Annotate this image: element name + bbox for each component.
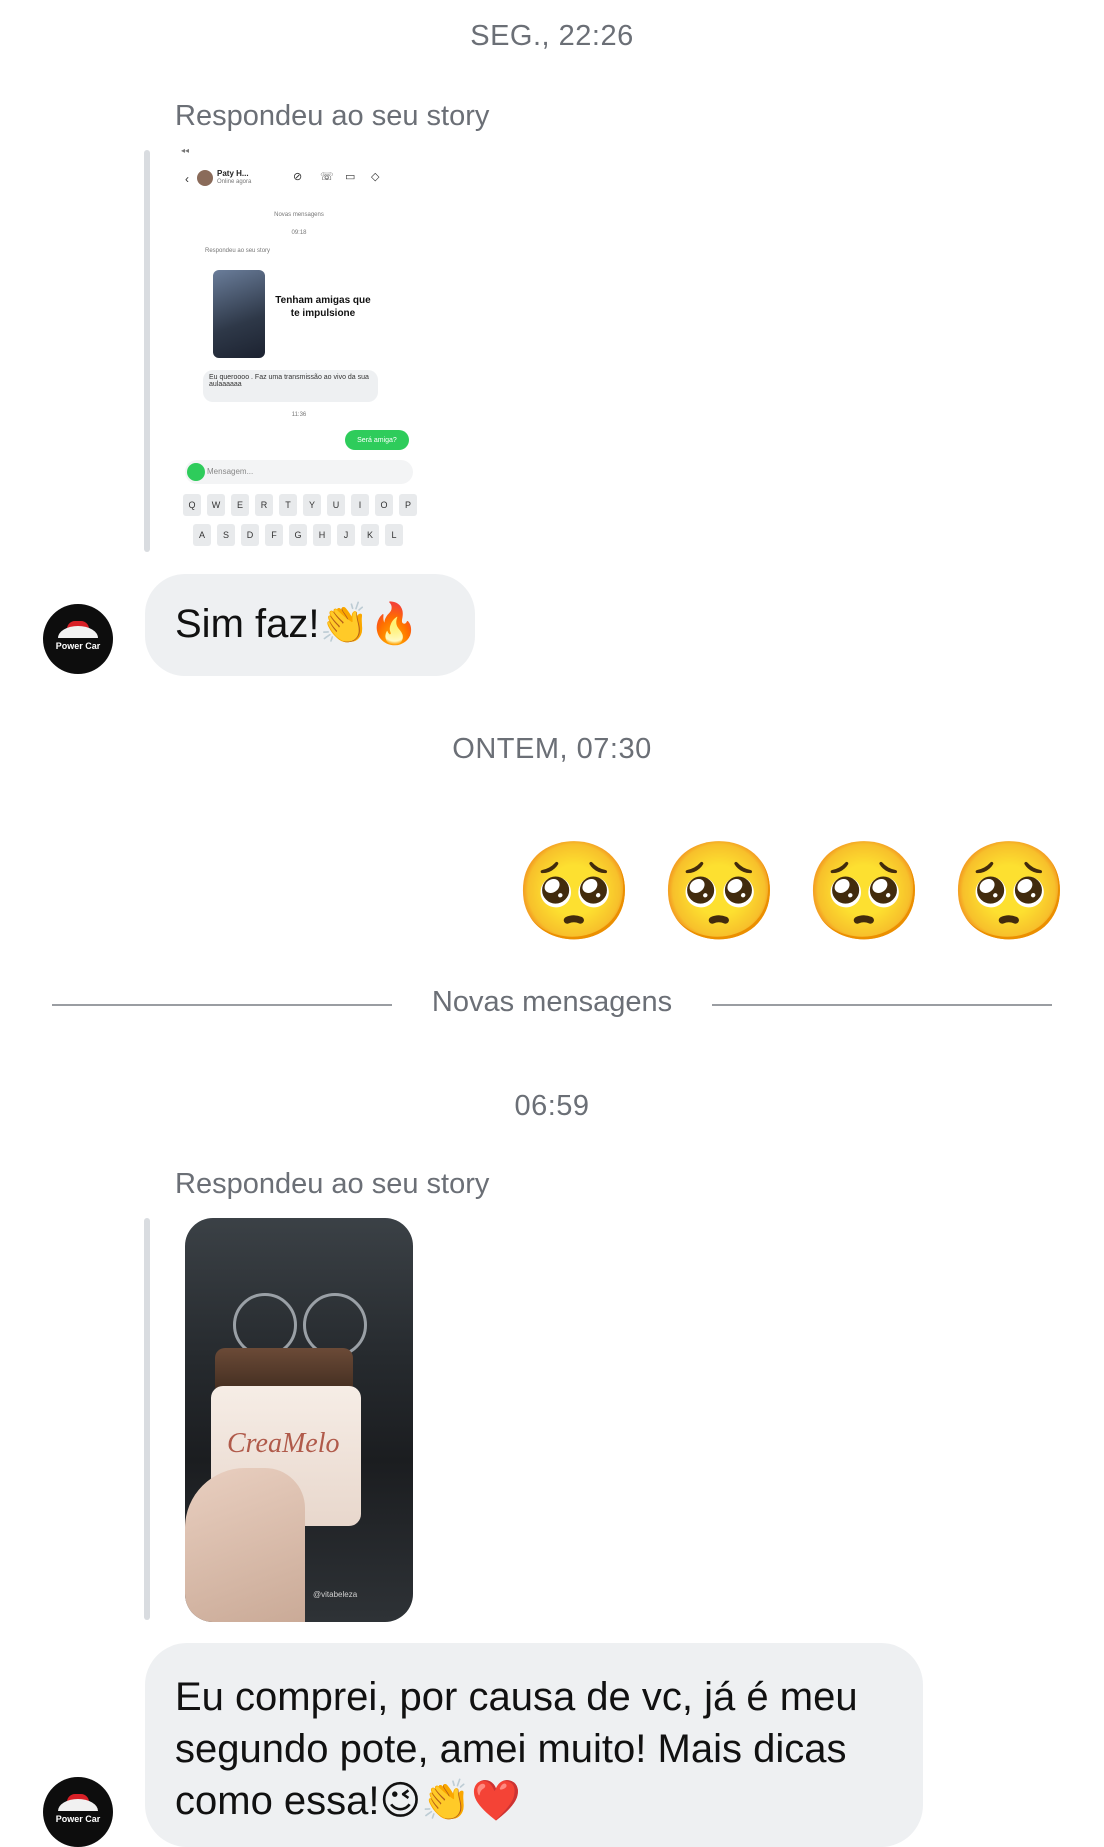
contact-avatar <box>197 170 213 186</box>
story-preview-product[interactable]: CreaMelo @vitabeleza <box>185 1218 413 1622</box>
avatar[interactable]: Power Car <box>43 1777 113 1847</box>
story-reply-label: Respondeu ao seu story <box>175 100 490 132</box>
timestamp: SEG., 22:26 <box>470 20 634 52</box>
story-reply-label: Respondeu ao seu story <box>175 1168 490 1200</box>
keyboard-key: L <box>385 524 403 546</box>
car-icon <box>58 626 98 638</box>
keyboard-key: S <box>217 524 235 546</box>
keyboard-key: H <box>313 524 331 546</box>
keyboard-key: O <box>375 494 393 516</box>
divider-line-right <box>712 1004 1052 1006</box>
avatar-text: Power Car <box>55 641 101 651</box>
sent-emoji-message[interactable]: 🥺 🥺 🥺 🥺 <box>512 826 1072 956</box>
pleading-face-emoji: 🥺 <box>949 835 1070 947</box>
keyboard-key: D <box>241 524 259 546</box>
keyboard-key: E <box>231 494 249 516</box>
video-icon: ▭ <box>345 171 356 183</box>
product-name: CreaMelo <box>227 1428 340 1459</box>
story-outgoing-message: Será amiga? <box>345 430 409 450</box>
story-time-b: 11:36 <box>291 412 307 418</box>
back-chevron-icon: ‹ <box>185 172 189 186</box>
camera-icon <box>187 463 205 481</box>
emoji-wink-clap-heart: 😉👏❤️ <box>379 1778 521 1824</box>
message-bubble[interactable]: Eu comprei, por causa de vc, já é meu se… <box>145 1643 923 1847</box>
pleading-face-emoji: 🥺 <box>659 835 780 947</box>
story-text: Tenham amigas que te impulsione <box>275 295 371 319</box>
keyboard-key: P <box>399 494 417 516</box>
pleading-face-emoji: 🥺 <box>514 835 635 947</box>
keyboard-key: T <box>279 494 297 516</box>
link-icon: ⊘ <box>293 171 303 183</box>
keyboard-key: U <box>327 494 345 516</box>
keyboard-key: W <box>207 494 225 516</box>
keyboard-key: F <box>265 524 283 546</box>
tag-icon: ◇ <box>371 171 380 183</box>
car-icon <box>58 1799 98 1811</box>
avatar[interactable]: Power Car <box>43 604 113 674</box>
new-messages-divider: Novas mensagens <box>431 986 673 1018</box>
story-preview-chat-screenshot[interactable]: ◂◂ ‹ Paty H... Online agora ⊘ ☏ ▭ ◇ Nova… <box>175 142 423 552</box>
keyboard-key: A <box>193 524 211 546</box>
message-line-2: segundo pote, amei muito! Mais dicas <box>175 1727 847 1771</box>
message-line-3: como essa! <box>175 1779 380 1823</box>
hand <box>185 1468 305 1622</box>
story-reply-label-mini: Respondeu ao seu story <box>205 248 271 254</box>
message-line-1: Eu comprei, por causa de vc, já é meu <box>175 1675 858 1719</box>
emoji-clap-fire: 👏🔥 <box>319 601 420 647</box>
contact-name: Paty H... <box>217 169 249 178</box>
keyboard-key: J <box>337 524 355 546</box>
keyboard-key: Y <box>303 494 321 516</box>
pleading-face-emoji: 🥺 <box>804 835 925 947</box>
story-input-placeholder: Mensagem... <box>207 467 254 476</box>
story-message-input: Mensagem... <box>185 460 413 484</box>
keyboard-row-1: QWERTYUIOP <box>183 494 417 516</box>
story-credit: @vitabeleza <box>313 1590 358 1599</box>
story-new-messages: Novas mensagens <box>274 212 324 218</box>
timestamp: ONTEM, 07:30 <box>452 733 652 765</box>
signal-icon: ◂◂ <box>181 146 190 155</box>
contact-status: Online agora <box>217 179 252 185</box>
keyboard-key: I <box>351 494 369 516</box>
message-bubble[interactable]: Sim faz!👏🔥 <box>145 574 475 676</box>
avatar-text: Power Car <box>55 1814 101 1824</box>
story-thumbnail <box>213 270 265 358</box>
story-status-bar: ◂◂ ‹ Paty H... Online agora ⊘ ☏ ▭ ◇ <box>175 142 423 187</box>
keyboard-row-2: ASDFGHJKL <box>193 524 403 546</box>
reply-bar <box>144 150 150 552</box>
keyboard-key: R <box>255 494 273 516</box>
message-text: Sim faz! <box>175 602 320 646</box>
reply-bar <box>144 1218 150 1620</box>
phone-icon: ☏ <box>320 171 334 183</box>
keyboard-key: G <box>289 524 307 546</box>
keyboard-key: Q <box>183 494 201 516</box>
story-time-a: 09:18 <box>291 230 307 236</box>
timestamp: 06:59 <box>514 1090 590 1122</box>
keyboard-key: K <box>361 524 379 546</box>
story-incoming-message: Eu queroooo . Faz uma transmissão ao viv… <box>203 370 378 402</box>
